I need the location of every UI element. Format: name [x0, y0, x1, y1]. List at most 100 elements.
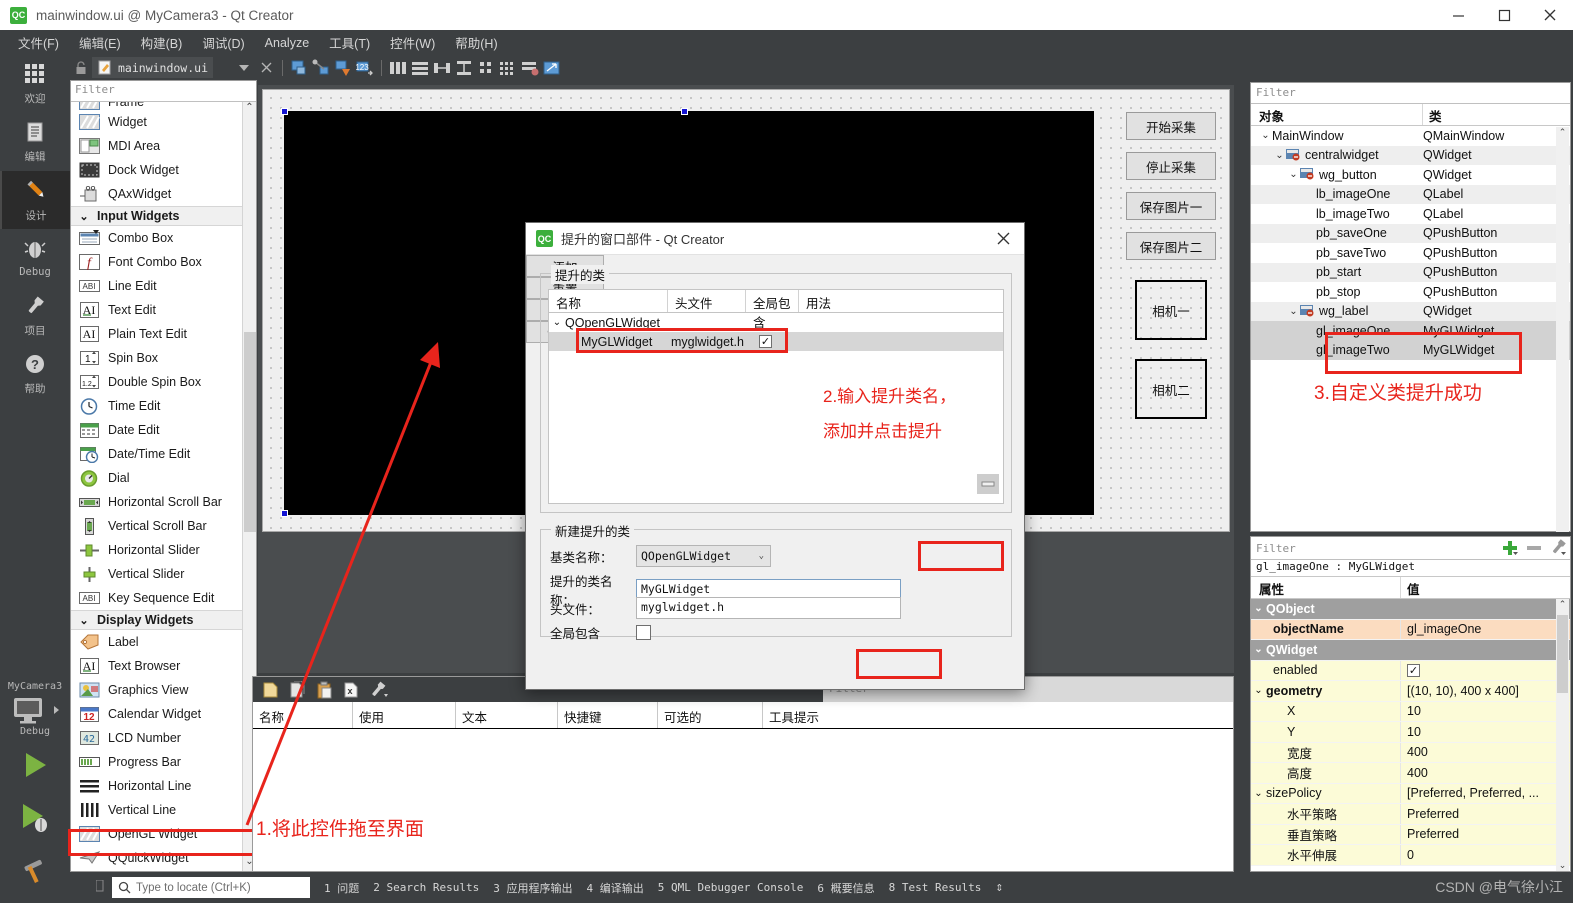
property-value[interactable]: 0	[1401, 848, 1570, 862]
menu-help[interactable]: 帮助(H)	[445, 30, 507, 55]
menu-file[interactable]: 文件(F)	[8, 30, 69, 55]
menu-build[interactable]: 构建(B)	[131, 30, 193, 55]
property-row-y[interactable]: Y 10	[1251, 722, 1570, 743]
enabled-checkbox[interactable]: ✓	[1407, 664, 1420, 678]
tree-row-pb-savetwo[interactable]: pb_saveTwo QPushButton	[1251, 243, 1570, 263]
output-pane-compile-output[interactable]: 4 编译输出	[586, 880, 643, 896]
scroll-down-icon[interactable]: ⌄	[1556, 860, 1569, 871]
widget-item-time-edit[interactable]: Time Edit	[71, 394, 256, 418]
chevron-down-icon[interactable]: ⌄	[1287, 169, 1300, 180]
minus-icon[interactable]	[1522, 537, 1546, 559]
chevron-down-icon[interactable]: ⌄	[1251, 685, 1266, 696]
build-button[interactable]	[0, 843, 70, 895]
widget-item-vertical-slider[interactable]: Vertical Slider	[71, 562, 256, 586]
output-pane-qml-debugger-console[interactable]: 5 QML Debugger Console	[658, 881, 804, 894]
widget-item-dock-widget[interactable]: Dock Widget	[71, 158, 256, 182]
chevron-down-icon[interactable]: ⌄	[1287, 306, 1300, 317]
property-value[interactable]: 10	[1401, 704, 1570, 718]
output-pane-test-results[interactable]: 8 Test Results	[889, 881, 982, 894]
property-row-horizontal-policy[interactable]: 水平策略 Preferred	[1251, 804, 1570, 825]
widget-category-display-widgets[interactable]: ⌄ Display Widgets	[71, 610, 256, 630]
tree-row-wg-label[interactable]: ⌄ wg_label QWidget	[1251, 301, 1570, 321]
property-value[interactable]: Preferred	[1401, 827, 1570, 841]
widget-item-horizontal-slider[interactable]: Horizontal Slider	[71, 538, 256, 562]
locator-input[interactable]: Type to locate (Ctrl+K)	[112, 877, 310, 898]
layout-grid-icon[interactable]	[497, 58, 519, 78]
tree-row-gl-imageone[interactable]: gl_imageOne MyGLWidget	[1251, 321, 1570, 341]
property-row-geometry[interactable]: ⌄ geometry [(10, 10), 400 x 400]	[1251, 681, 1570, 702]
property-row-enabled[interactable]: enabled ✓	[1251, 660, 1570, 681]
mode-projects[interactable]: 项目	[0, 287, 70, 345]
widget-item-vertical-line[interactable]: Vertical Line	[71, 798, 256, 822]
chevron-down-icon[interactable]: ⌄	[1251, 603, 1266, 614]
edit-buddies-icon[interactable]	[332, 58, 354, 78]
plus-icon[interactable]	[1498, 537, 1522, 559]
chevron-down-icon[interactable]: ⌄	[1273, 150, 1286, 161]
property-value[interactable]: 10	[1401, 725, 1570, 739]
layout-horizontal-icon[interactable]	[387, 58, 409, 78]
scroll-up-icon[interactable]: ⌃	[1556, 127, 1569, 138]
output-pane-search-results[interactable]: 2 Search Results	[373, 881, 479, 894]
run-button[interactable]	[0, 739, 70, 791]
property-row-objectname[interactable]: objectName gl_imageOne	[1251, 619, 1570, 640]
property-value[interactable]: [(10, 10), 400 x 400]	[1401, 684, 1570, 698]
form-button-start[interactable]: 开始采集	[1126, 112, 1216, 140]
widget-item-frame[interactable]: Frame	[71, 102, 256, 110]
property-row-vertical-policy[interactable]: 垂直策略 Preferred	[1251, 824, 1570, 845]
widget-item-opengl-widget[interactable]: OpenGL Widget	[71, 822, 256, 846]
layout-splitter-horizontal-icon[interactable]	[431, 58, 453, 78]
form-box-camera-one[interactable]: 相机一	[1135, 280, 1207, 340]
widget-item-graphics-view[interactable]: Graphics View	[71, 678, 256, 702]
output-pane-issues[interactable]: 1 问题	[324, 880, 359, 896]
global-include-checkbox[interactable]: ✓	[759, 335, 772, 348]
chevron-down-icon[interactable]: ⌄	[1259, 130, 1272, 141]
close-icon[interactable]	[1527, 0, 1573, 30]
widget-item-text-browser[interactable]: AI Text Browser	[71, 654, 256, 678]
scrollbar-thumb[interactable]	[244, 332, 256, 532]
scroll-up-icon[interactable]: ⌃	[1556, 599, 1569, 610]
widget-category-input-widgets[interactable]: ⌄ Input Widgets	[71, 206, 256, 226]
property-row-sizepolicy[interactable]: ⌄ sizePolicy [Preferred, Preferred, ...	[1251, 783, 1570, 804]
object-tree-scrollbar[interactable]: ⌃	[1556, 127, 1569, 532]
tree-row-lb-imagetwo[interactable]: lb_imageTwo QLabel	[1251, 204, 1570, 224]
widget-item-qax-widget[interactable]: QAxWidget	[71, 182, 256, 206]
close-document-icon[interactable]	[255, 58, 277, 78]
menu-tools[interactable]: 工具(T)	[319, 30, 380, 55]
widget-item-progress-bar[interactable]: Progress Bar	[71, 750, 256, 774]
scroll-up-icon[interactable]: ⌃	[243, 102, 256, 117]
base-class-combo[interactable]: QOpenGLWidget ⌄	[636, 545, 771, 567]
property-value[interactable]: gl_imageOne	[1401, 622, 1570, 636]
new-action-icon[interactable]	[257, 679, 284, 701]
property-row-width[interactable]: 宽度 400	[1251, 742, 1570, 763]
edit-widgets-icon[interactable]	[288, 58, 310, 78]
open-document-tab[interactable]: mainwindow.ui	[92, 57, 214, 78]
widget-item-plain-text-edit[interactable]: AI Plain Text Edit	[71, 322, 256, 346]
kit-selector[interactable]	[0, 694, 70, 726]
selection-handle-tc[interactable]	[681, 108, 688, 115]
widget-item-horizontal-line[interactable]: Horizontal Line	[71, 774, 256, 798]
promoted-table-row-base[interactable]: ⌄ QOpenGLWidget	[549, 313, 1003, 332]
tree-row-wg-button[interactable]: ⌄ wg_button QWidget	[1251, 165, 1570, 185]
property-value[interactable]: Preferred	[1401, 807, 1570, 821]
break-layout-icon[interactable]	[519, 58, 541, 78]
widget-item-font-combo-box[interactable]: f Font Combo Box	[71, 250, 256, 274]
property-row-height[interactable]: 高度 400	[1251, 763, 1570, 784]
chevron-down-icon[interactable]: ⌄	[549, 317, 565, 328]
property-row-x[interactable]: X 10	[1251, 701, 1570, 722]
widget-item-calendar-widget[interactable]: 12 Calendar Widget	[71, 702, 256, 726]
paste-icon[interactable]	[311, 679, 338, 701]
maximize-icon[interactable]	[1481, 0, 1527, 30]
configure-icon[interactable]	[365, 679, 392, 701]
form-box-camera-two[interactable]: 相机二	[1135, 359, 1207, 419]
layout-splitter-vertical-icon[interactable]	[453, 58, 475, 78]
widget-item-dial[interactable]: Dial	[71, 466, 256, 490]
menu-edit[interactable]: 编辑(E)	[69, 30, 131, 55]
copy-icon[interactable]	[284, 679, 311, 701]
scrollbar-thumb[interactable]	[1557, 615, 1568, 693]
chevron-down-icon[interactable]: ⌄	[1251, 788, 1266, 799]
selection-handle-tl[interactable]	[281, 108, 288, 115]
property-value[interactable]: 400	[1401, 766, 1570, 780]
chevron-down-icon[interactable]: ⌄	[1251, 644, 1266, 655]
expand-icon[interactable]: ⇕	[995, 880, 1003, 895]
collapse-all-button[interactable]	[977, 474, 999, 499]
